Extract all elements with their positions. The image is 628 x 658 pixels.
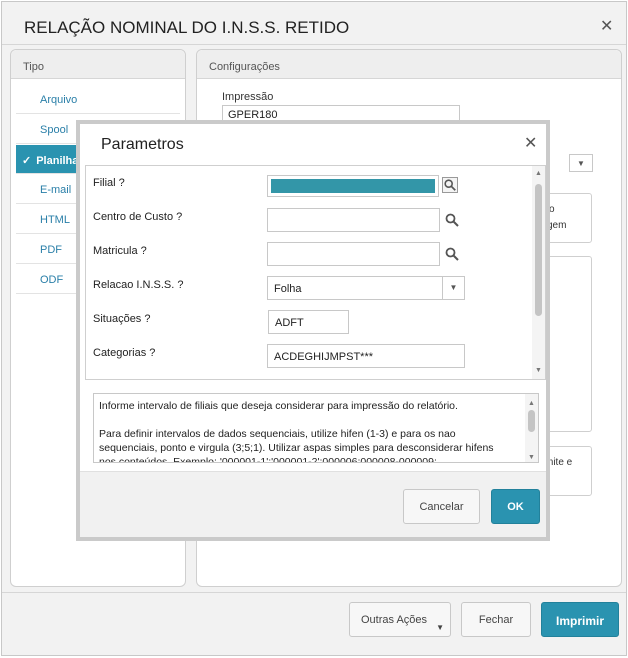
scroll-up-icon[interactable]: ▲ — [535, 170, 542, 177]
footer-divider — [2, 592, 626, 593]
cancel-button[interactable]: Cancelar — [403, 489, 480, 524]
help-scroll-up-icon[interactable]: ▲ — [528, 397, 535, 411]
window-title: RELAÇÃO NOMINAL DO I.N.S.S. RETIDO — [24, 18, 350, 37]
relacao-inss-select[interactable]: Folha ▼ — [267, 276, 465, 300]
check-icon: ✓ — [22, 155, 32, 167]
fechar-button[interactable]: Fechar — [461, 602, 531, 637]
matricula-input[interactable] — [267, 242, 440, 266]
help-scrollbar[interactable]: ▲ ▼ — [525, 394, 538, 462]
params-scroll-thumb[interactable] — [535, 184, 542, 316]
imprimir-button[interactable]: Imprimir — [541, 602, 619, 637]
param-label-matricula: Matricula ? — [93, 245, 147, 257]
config-header: Configurações — [197, 50, 621, 79]
matricula-search-icon[interactable] — [444, 246, 460, 262]
parameters-list: Filial ? Centro de Custo ? Matricula ? R… — [85, 165, 546, 380]
parametros-dialog: Parametros ✕ Filial ? Centro de Custo ? … — [76, 120, 550, 541]
centro-custo-input[interactable] — [267, 208, 440, 232]
outras-acoes-button[interactable]: Outras Ações ▼ — [349, 602, 451, 637]
help-scroll-thumb[interactable] — [528, 410, 535, 432]
param-label-relacao-inss: Relacao I.N.S.S. ? — [93, 279, 184, 291]
param-label-centro-custo: Centro de Custo ? — [93, 211, 183, 223]
help-scroll-down-icon[interactable]: ▼ — [528, 451, 535, 462]
window-close-icon[interactable]: ✕ — [600, 16, 613, 36]
params-scrollbar[interactable]: ▲ ▼ — [532, 166, 545, 379]
dialog-title: Parametros — [101, 136, 184, 153]
situacoes-input[interactable]: ADFT — [268, 310, 349, 334]
param-label-filial: Filial ? — [93, 177, 125, 189]
filial-search-icon[interactable] — [442, 177, 458, 193]
impressao-label: Impressão — [222, 91, 274, 103]
dialog-close-icon[interactable]: ✕ — [524, 133, 537, 153]
select-arrow-icon: ▼ — [442, 277, 464, 299]
scroll-down-icon[interactable]: ▼ — [535, 367, 542, 374]
config-select-arrow-icon[interactable]: ▼ — [569, 154, 593, 172]
dialog-footer: Cancelar OK — [80, 471, 546, 537]
help-text-box: Informe intervalo de filiais que deseja … — [93, 393, 539, 463]
categorias-input[interactable]: ACDEGHIJMPST*** — [267, 344, 465, 368]
param-label-situacoes: Situações ? — [93, 313, 151, 325]
tipo-item-arquivo[interactable]: Arquivo — [16, 85, 180, 114]
filial-input[interactable] — [267, 175, 439, 197]
centro-custo-search-icon[interactable] — [444, 212, 460, 228]
ok-button[interactable]: OK — [491, 489, 540, 524]
dropdown-arrow-icon: ▼ — [436, 623, 444, 632]
tipo-header: Tipo — [11, 50, 185, 79]
param-label-categorias: Categorias ? — [93, 347, 156, 359]
title-divider — [2, 44, 626, 45]
filial-selection-highlight — [271, 179, 435, 193]
